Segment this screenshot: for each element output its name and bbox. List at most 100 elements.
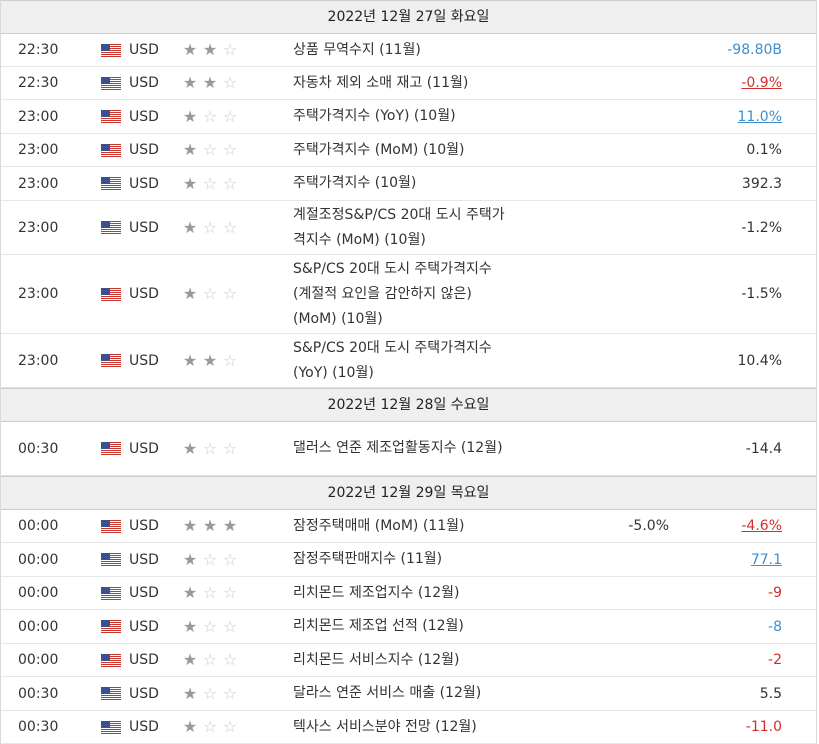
importance-stars: ★ ☆ ☆ — [181, 286, 293, 302]
star-filled-icon: ★ — [182, 106, 198, 126]
event-row[interactable]: 00:30 USD ★ ☆ ☆ 댈러스 연준 제조업활동지수 (12월) -14.4 — [1, 422, 816, 476]
event-name[interactable]: 댈러스 연준 제조업활동지수 (12월) — [293, 436, 509, 461]
currency-code: USD — [129, 75, 159, 91]
importance-stars: ★ ★ ☆ — [181, 350, 293, 370]
currency-code: USD — [129, 286, 159, 302]
event-name[interactable]: 잠정주택판매지수 (11월) — [293, 547, 509, 572]
star-outline-icon: ☆ — [222, 73, 238, 92]
event-row[interactable]: 23:00 USD ★ ☆ ☆ 주택가격지수 (MoM) (10월) 0.1% — [1, 134, 816, 167]
star-filled-icon: ★ — [182, 217, 198, 237]
event-name[interactable]: 리치몬드 제조업 선적 (12월) — [293, 614, 509, 639]
event-row[interactable]: 23:00 USD ★ ☆ ☆ S&P/CS 20대 도시 주택가격지수(계절적 요… — [1, 255, 816, 334]
star-outline-icon: ☆ — [202, 284, 218, 303]
event-row[interactable]: 23:00 USD ★ ☆ ☆ 주택가격지수 (10월) 392.3 — [1, 167, 816, 201]
actual-value: -98.80B — [727, 42, 782, 58]
event-row[interactable]: 23:00 USD ★ ☆ ☆ 계절조정S&P/CS 20대 도시 주택가격지수 (… — [1, 201, 816, 255]
star-outline-icon: ☆ — [202, 650, 218, 669]
importance-stars: ★ ★ ☆ — [181, 75, 293, 91]
importance-stars: ★ ☆ ☆ — [181, 719, 293, 735]
currency-code: USD — [129, 518, 159, 534]
actual-value: -8 — [768, 618, 782, 635]
event-name[interactable]: 주택가격지수 (MoM) (10월) — [293, 138, 509, 163]
star-filled-icon: ★ — [182, 73, 198, 92]
star-outline-icon: ☆ — [222, 717, 238, 736]
us-flag-icon — [101, 586, 129, 600]
currency-code: USD — [129, 42, 159, 58]
event-name[interactable]: 상품 무역수지 (11월) — [293, 38, 509, 63]
event-row[interactable]: 00:30 USD ★ ☆ ☆ 텍사스 서비스분야 전망 (12월) -11.0 — [1, 711, 816, 744]
day-header: 2022년 12월 29일 목요일 — [1, 476, 816, 510]
star-filled-icon: ★ — [182, 717, 198, 736]
event-name[interactable]: S&P/CS 20대 도시 주택가격지수 (YoY) (10월) — [293, 336, 509, 386]
event-time: 23:00 — [18, 352, 59, 369]
event-name[interactable]: 자동차 제외 소매 재고 (11월) — [293, 71, 509, 96]
us-flag-icon — [101, 519, 129, 533]
currency-code: USD — [129, 719, 159, 735]
star-filled-icon: ★ — [182, 438, 198, 458]
event-time: 00:00 — [18, 652, 59, 668]
event-row[interactable]: 23:00 USD ★ ☆ ☆ 주택가격지수 (YoY) (10월) 11.0% — [1, 100, 816, 134]
star-outline-icon: ☆ — [222, 650, 238, 669]
star-outline-icon: ☆ — [222, 173, 238, 193]
us-flag-icon — [101, 354, 129, 367]
importance-stars: ★ ☆ ☆ — [181, 652, 293, 668]
currency-code: USD — [129, 585, 159, 601]
event-time: 22:30 — [18, 75, 59, 91]
us-flag-icon — [101, 553, 129, 566]
event-row[interactable]: 23:00 USD ★ ★ ☆ S&P/CS 20대 도시 주택가격지수 (YoY)… — [1, 334, 816, 388]
actual-value: -0.9% — [741, 75, 782, 91]
actual-value: -4.6% — [741, 518, 782, 534]
event-name[interactable]: 잠정주택매매 (MoM) (11월) — [293, 514, 509, 539]
event-row[interactable]: 22:30 USD ★ ★ ☆ 상품 무역수지 (11월) -98.80B — [1, 34, 816, 67]
event-row[interactable]: 00:00 USD ★ ☆ ☆ 잠정주택판매지수 (11월) 77.1 — [1, 543, 816, 577]
event-name[interactable]: 주택가격지수 (10월) — [293, 171, 509, 196]
us-flag-icon — [101, 110, 129, 123]
us-flag-icon — [101, 221, 129, 234]
event-row[interactable]: 00:00 USD ★ ★ ★ 잠정주택매매 (MoM) (11월) -5.0% -… — [1, 510, 816, 543]
importance-stars: ★ ★ ☆ — [181, 42, 293, 58]
star-outline-icon: ☆ — [222, 284, 238, 303]
us-flag-icon — [101, 43, 129, 57]
star-outline-icon: ☆ — [202, 438, 218, 458]
event-name[interactable]: 주택가격지수 (YoY) (10월) — [293, 104, 509, 129]
currency-code: USD — [129, 175, 159, 192]
star-filled-icon: ★ — [182, 616, 198, 636]
star-outline-icon: ☆ — [222, 106, 238, 126]
event-row[interactable]: 00:00 USD ★ ☆ ☆ 리치몬드 제조업지수 (12월) -9 — [1, 577, 816, 610]
event-row[interactable]: 00:00 USD ★ ☆ ☆ 리치몬드 제조업 선적 (12월) -8 — [1, 610, 816, 644]
actual-value: -1.5% — [741, 286, 782, 302]
importance-stars: ★ ☆ ☆ — [181, 551, 293, 568]
importance-stars: ★ ☆ ☆ — [181, 217, 293, 237]
currency-code: USD — [129, 108, 159, 125]
event-time: 00:30 — [18, 685, 59, 702]
importance-stars: ★ ☆ ☆ — [181, 438, 293, 458]
day-header: 2022년 12월 27일 화요일 — [1, 0, 816, 34]
actual-value: 0.1% — [746, 142, 782, 158]
event-row[interactable]: 00:00 USD ★ ☆ ☆ 리치몬드 서비스지수 (12월) -2 — [1, 644, 816, 677]
event-name[interactable]: 리치몬드 제조업지수 (12월) — [293, 581, 509, 606]
importance-stars: ★ ★ ★ — [181, 518, 293, 534]
importance-stars: ★ ☆ ☆ — [181, 585, 293, 601]
star-outline-icon: ☆ — [202, 683, 218, 703]
event-time: 00:30 — [18, 719, 59, 735]
star-filled-icon: ★ — [182, 40, 198, 59]
actual-value: -2 — [768, 652, 782, 668]
star-outline-icon: ☆ — [202, 217, 218, 237]
star-filled-icon: ★ — [202, 350, 218, 370]
event-name[interactable]: S&P/CS 20대 도시 주택가격지수(계절적 요인을 감안하지 않은) (M… — [293, 257, 509, 332]
star-filled-icon: ★ — [182, 583, 198, 602]
event-name[interactable]: 계절조정S&P/CS 20대 도시 주택가격지수 (MoM) (10월) — [293, 203, 509, 253]
event-name[interactable]: 달라스 연준 서비스 매출 (12월) — [293, 681, 509, 706]
star-filled-icon: ★ — [182, 650, 198, 669]
event-name[interactable]: 텍사스 서비스분야 전망 (12월) — [293, 715, 509, 740]
event-row[interactable]: 00:30 USD ★ ☆ ☆ 달라스 연준 서비스 매출 (12월) 5.5 — [1, 677, 816, 711]
economic-calendar: 2022년 12월 27일 화요일 22:30 USD ★ ★ ☆ 상품 무역수지 … — [0, 0, 817, 744]
star-outline-icon: ☆ — [222, 140, 238, 159]
star-filled-icon: ★ — [202, 73, 218, 92]
event-row[interactable]: 22:30 USD ★ ★ ☆ 자동차 제외 소매 재고 (11월) -0.9% — [1, 67, 816, 100]
event-time: 00:00 — [18, 518, 59, 534]
event-name[interactable]: 리치몬드 서비스지수 (12월) — [293, 648, 509, 673]
importance-stars: ★ ☆ ☆ — [181, 142, 293, 158]
currency-code: USD — [129, 618, 159, 635]
event-time: 00:00 — [18, 551, 59, 568]
